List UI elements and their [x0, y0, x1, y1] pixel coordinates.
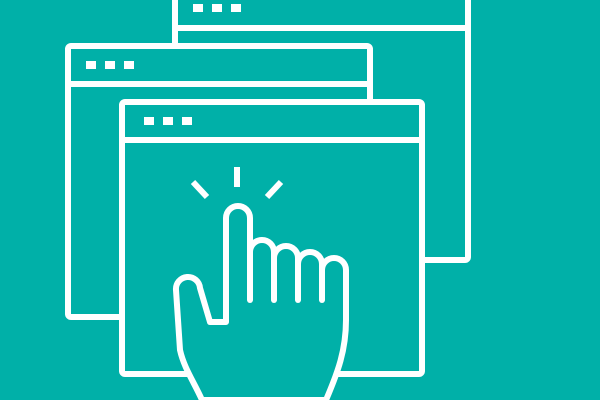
title-dot	[231, 4, 241, 12]
title-dot	[182, 117, 192, 125]
window-title-dots	[144, 117, 192, 125]
title-dot	[86, 61, 96, 69]
title-dot	[163, 117, 173, 125]
title-dot	[144, 117, 154, 125]
title-dot	[124, 61, 134, 69]
title-dot	[193, 4, 203, 12]
browser-windows-click-illustration	[65, 0, 471, 400]
title-dot	[212, 4, 222, 12]
window-title-dots	[86, 61, 134, 69]
window-title-dots	[193, 4, 241, 12]
illustration-canvas	[0, 0, 600, 400]
title-dot	[105, 61, 115, 69]
